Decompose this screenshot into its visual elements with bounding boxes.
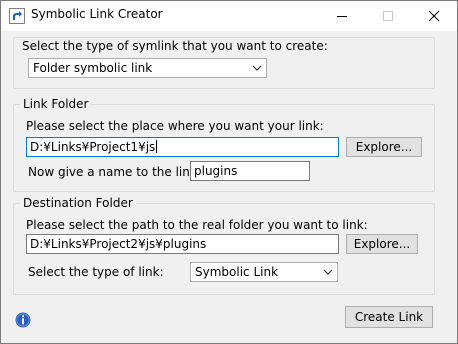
minimize-icon: [337, 16, 347, 17]
destination-folder-group: Destination Folder Please select the pat…: [13, 196, 435, 295]
minimize-button[interactable]: [319, 1, 365, 31]
destination-path-label: Please select the path to the real folde…: [26, 218, 368, 232]
maximize-button[interactable]: [365, 1, 411, 31]
symlink-type-label: Select the type of symlink that you want…: [22, 39, 328, 53]
destination-path-input[interactable]: D:¥Links¥Project2¥js¥plugins: [26, 234, 339, 254]
link-name-input[interactable]: plugins: [190, 161, 310, 181]
window-title: Symbolic Link Creator: [31, 7, 163, 21]
symlink-type-value: Folder symbolic link: [33, 61, 153, 75]
link-name-value: plugins: [194, 164, 238, 178]
destination-path-value: D:¥Links¥Project2¥js¥plugins: [30, 237, 207, 251]
link-folder-title: Link Folder: [20, 97, 92, 111]
destination-folder-title: Destination Folder: [20, 196, 136, 210]
app-window: Symbolic Link Creator Select the type of…: [0, 0, 458, 344]
create-link-button[interactable]: Create Link: [345, 306, 433, 328]
link-path-value: D:¥Links¥Project1¥js: [30, 140, 156, 154]
shortcut-arrow-icon: [9, 8, 25, 24]
info-icon[interactable]: [15, 312, 31, 328]
destination-explore-button[interactable]: Explore...: [346, 234, 418, 254]
maximize-icon: [383, 11, 393, 21]
link-path-input[interactable]: D:¥Links¥Project1¥js: [26, 137, 339, 157]
text-caret: [156, 140, 158, 153]
symlink-type-group: Select the type of symlink that you want…: [13, 37, 435, 89]
title-bar[interactable]: Symbolic Link Creator: [1, 1, 457, 31]
link-type-dropdown[interactable]: Symbolic Link: [190, 262, 338, 282]
symlink-type-dropdown[interactable]: Folder symbolic link: [28, 58, 267, 78]
link-place-label: Please select the place where you want y…: [26, 119, 324, 133]
link-folder-group: Link Folder Please select the place wher…: [13, 97, 435, 192]
link-type-value: Symbolic Link: [195, 265, 279, 279]
chevron-down-icon: [252, 65, 262, 71]
dialog-body: Select the type of symlink that you want…: [1, 31, 457, 343]
close-icon: [428, 10, 440, 22]
close-button[interactable]: [411, 1, 457, 31]
link-name-label: Now give a name to the link:: [28, 165, 201, 179]
link-type-label: Select the type of link:: [28, 265, 164, 279]
chevron-down-icon: [323, 269, 333, 275]
link-explore-button[interactable]: Explore...: [346, 137, 422, 157]
